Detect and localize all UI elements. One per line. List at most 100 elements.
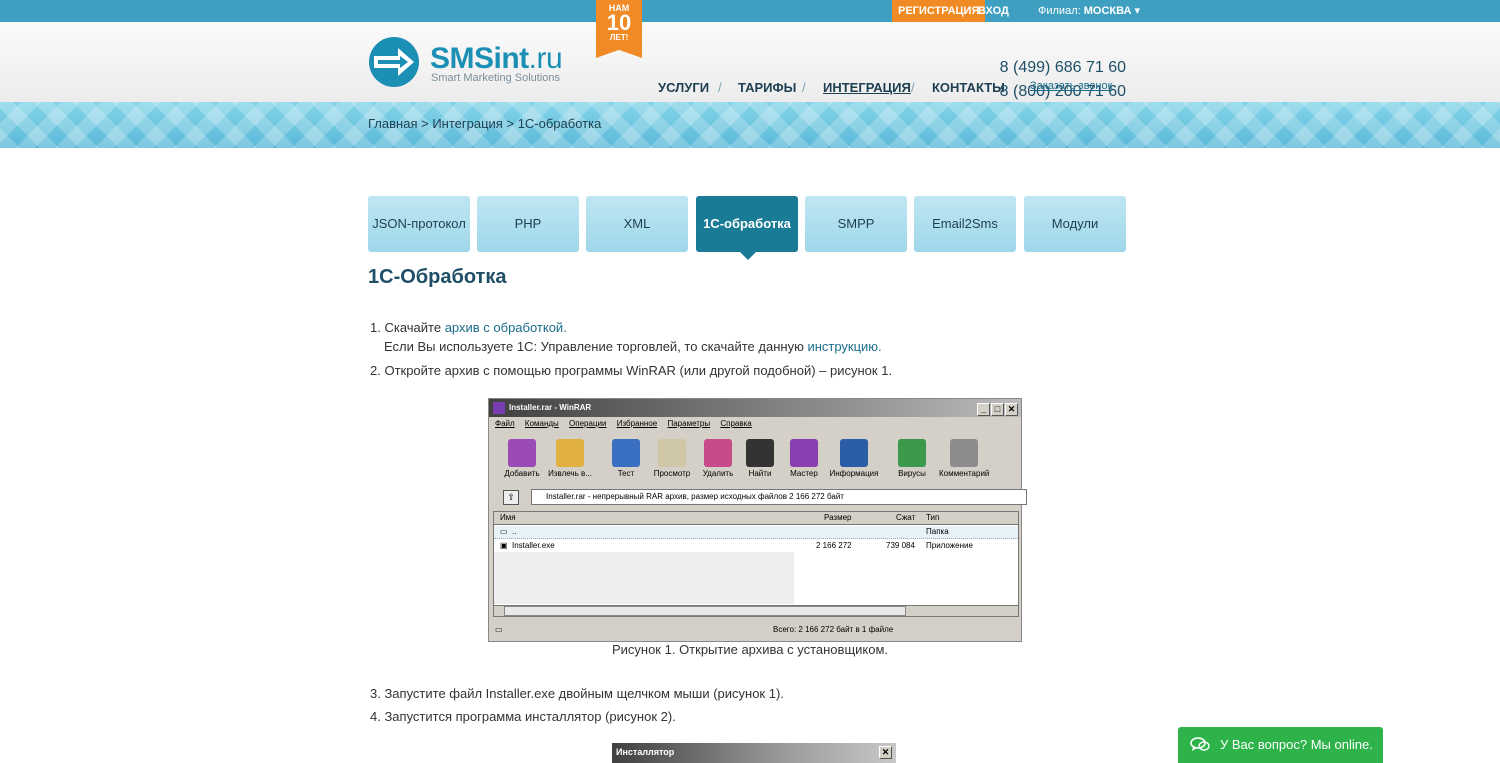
winrar-tool: Вирусы (887, 439, 937, 478)
winrar-toolbar: Добавить Извлечь в... Тест Просмотр Удал… (489, 435, 1017, 485)
winrar-file-list: Имя Размер Сжат Тип ▭ .. Папка ▣ Install… (493, 511, 1019, 609)
winrar-tool-label: Удалить (702, 469, 734, 478)
winrar-tool: Комментарий (939, 439, 989, 478)
maximize-icon: □ (991, 403, 1004, 416)
wizard-icon (790, 439, 818, 467)
tab-smpp[interactable]: SMPP (805, 196, 907, 252)
tab-email2sms[interactable]: Email2Sms (914, 196, 1016, 252)
winrar-scrollbar (493, 605, 1019, 617)
winrar-titlebar: Installer.rar - WinRAR _ □ ✕ (489, 399, 1021, 417)
row-packed: 739 084 (886, 541, 915, 550)
installer-title: Инсталлятор (616, 747, 675, 757)
file-list-header: Имя Размер Сжат Тип (494, 512, 1018, 525)
winrar-tool-label: Вирусы (898, 469, 926, 478)
comment-icon (950, 439, 978, 467)
col-size: Размер (824, 513, 852, 522)
winrar-tool-label: Мастер (790, 469, 818, 478)
branch-selector[interactable]: Филиал: МОСКВА ▾ (1038, 0, 1140, 22)
table-row: ▭ .. Папка (494, 526, 1018, 539)
winrar-title: Installer.rar - WinRAR (509, 403, 592, 412)
tab-xml[interactable]: XML (586, 196, 688, 252)
nav-separator: / (718, 80, 722, 95)
breadcrumb-integration[interactable]: Интеграция (432, 116, 503, 131)
online-chat-button[interactable]: У Вас вопрос? Мы online. (1178, 727, 1383, 763)
chat-label: У Вас вопрос? Мы online. (1220, 737, 1373, 752)
winrar-tool: Просмотр (647, 439, 697, 478)
winrar-address-bar: ⇧ Installer.rar - непрерывный RAR архив,… (497, 489, 1027, 505)
winrar-tool-label: Информация (829, 469, 879, 478)
step-4: 4. Запустится программа инсталлятор (рис… (370, 709, 676, 724)
winrar-tool: Найти (735, 439, 785, 478)
logo-icon[interactable] (368, 36, 420, 88)
breadcrumb-home[interactable]: Главная (368, 116, 417, 131)
nav-separator: / (802, 80, 806, 95)
step-1: 1. Скачайте архив с обработкой. Если Вы … (370, 318, 882, 356)
step-1-text: 1. Скачайте (370, 320, 445, 335)
window-buttons: _ □ ✕ (976, 401, 1018, 419)
chat-icon (1190, 737, 1210, 751)
up-folder-icon: ⇧ (503, 490, 519, 505)
info-icon (840, 439, 868, 467)
close-icon: ✕ (879, 746, 892, 759)
step-1-line2: Если Вы используете 1С: Управление торго… (384, 339, 808, 354)
instruction-link[interactable]: инструкцию. (807, 339, 881, 354)
logo-tagline: Smart Marketing Solutions (431, 72, 560, 84)
winrar-tool-label: Извлечь в... (548, 469, 592, 478)
nav-separator: / (911, 80, 915, 95)
winrar-tool-label: Найти (748, 469, 772, 478)
tab-php[interactable]: PHP (477, 196, 579, 252)
tab-json[interactable]: JSON-протокол (368, 196, 470, 252)
archive-link[interactable]: архив с обработкой. (445, 320, 567, 335)
winrar-status-bar: ▭ Всего: 2 166 272 байт в 1 файле (489, 623, 1019, 637)
callback-link[interactable]: Заказать звонок (1030, 80, 1112, 92)
logo-text[interactable]: SMSint.ru (430, 42, 563, 76)
winrar-menu-item: Файл (495, 419, 515, 428)
winrar-tool: Информация (829, 439, 879, 478)
delete-icon (704, 439, 732, 467)
row-size: 2 166 272 (816, 541, 852, 550)
branch-value: МОСКВА (1083, 5, 1132, 17)
exe-icon: ▣ (500, 541, 508, 550)
row-name: Installer.exe (512, 541, 555, 550)
close-icon: ✕ (1005, 403, 1018, 416)
winrar-menu-item: Параметры (667, 419, 711, 428)
tab-1c[interactable]: 1С-обработка (696, 196, 798, 260)
virus-icon (898, 439, 926, 467)
table-row: ▣ Installer.exe 2 166 272 739 084 Прилож… (494, 540, 1018, 552)
winrar-tool-label: Добавить (504, 469, 540, 478)
add-icon (508, 439, 536, 467)
drive-icon: ▭ (495, 625, 503, 634)
test-icon (612, 439, 640, 467)
nav-item-integration[interactable]: ИНТЕГРАЦИЯ (823, 80, 911, 95)
winrar-screenshot: Installer.rar - WinRAR _ □ ✕ Файл Команды … (488, 398, 1027, 642)
nav-item-services[interactable]: УСЛУГИ (658, 80, 709, 95)
winrar-tool: Извлечь в... (545, 439, 595, 478)
winrar-tool: Добавить (497, 439, 547, 478)
tab-modules[interactable]: Модули (1024, 196, 1126, 252)
login-link[interactable]: ВХОД (978, 0, 1009, 22)
winrar-menu: Файл Команды Операции Избранное Параметр… (489, 417, 1021, 431)
breadcrumb-separator: > (506, 116, 515, 131)
winrar-address-field: Installer.rar - непрерывный RAR архив, р… (531, 489, 1027, 505)
winrar-tool-label: Комментарий (939, 469, 990, 478)
scroll-thumb (504, 606, 906, 616)
nav-item-tariffs[interactable]: ТАРИФЫ (738, 80, 796, 95)
winrar-status-text: Всего: 2 166 272 байт в 1 файле (773, 625, 894, 634)
phone-1[interactable]: 8 (499) 686 71 60 (1000, 56, 1126, 80)
step-3: 3. Запустите файл Installer.exe двойным … (370, 686, 784, 701)
row-name: .. (512, 527, 517, 536)
badge-line3: ЛЕТ! (609, 33, 629, 42)
breadcrumb-current[interactable]: 1С-обработка (518, 116, 602, 131)
figure-1-caption: Рисунок 1. Открытие архива с установщико… (611, 642, 889, 657)
page-title: 1С-Обработка (368, 266, 507, 288)
installer-screenshot: Инсталлятор ✕ (612, 743, 896, 763)
register-link[interactable]: РЕГИСТРАЦИЯ (892, 0, 986, 22)
nav-item-contacts[interactable]: КОНТАКТЫ (932, 80, 1005, 95)
winrar-app-icon (493, 402, 505, 414)
view-icon (658, 439, 686, 467)
winrar-menu-item: Избранное (616, 419, 658, 428)
anniversary-badge: НАМ 10 ЛЕТ! (596, 0, 642, 58)
chevron-down-icon: ▾ (1134, 5, 1141, 17)
find-icon (746, 439, 774, 467)
breadcrumb-band (0, 102, 1500, 148)
